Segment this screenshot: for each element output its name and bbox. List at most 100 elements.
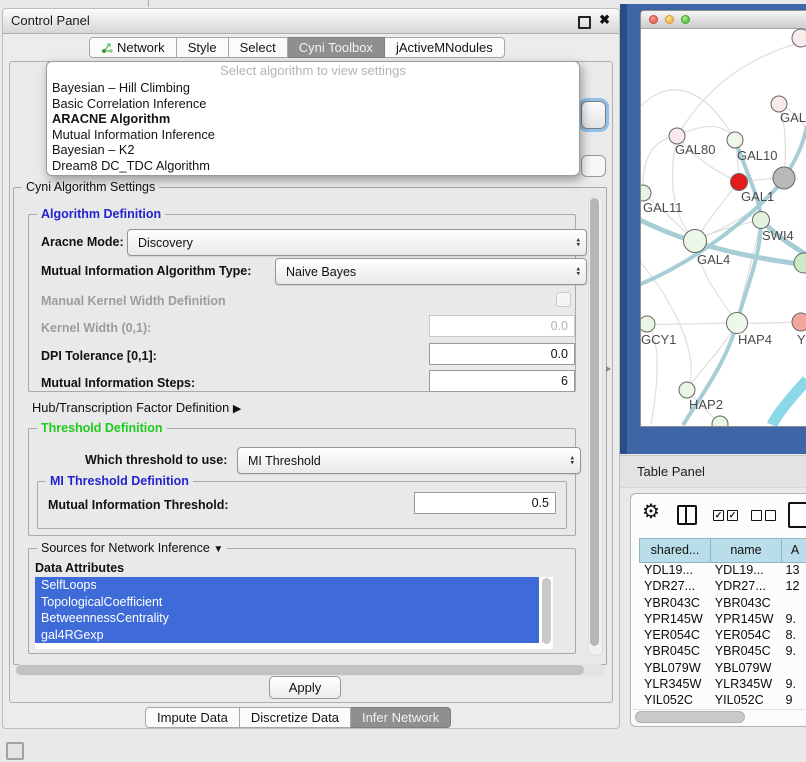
column-header[interactable]: name <box>711 539 782 562</box>
panel-grip-icon[interactable] <box>6 742 24 760</box>
node-swi4[interactable] <box>753 212 770 229</box>
tab-infer-network[interactable]: Infer Network <box>351 707 451 728</box>
mi-type-select[interactable]: Naive Bayes ▴▾ <box>275 258 587 285</box>
kernel-width-field[interactable] <box>429 315 575 337</box>
node-gal10[interactable] <box>727 132 743 148</box>
tab-jactivemnodules[interactable]: jActiveMNodules <box>385 37 505 58</box>
table-body: YDL19...YDL19...13 YDR27...YDR27...12 YB… <box>639 562 806 709</box>
sources-toggle[interactable]: Sources for Network Inference ▼ <box>37 541 227 557</box>
mi-threshold-group: MI Threshold Definition Mutual Informati… <box>37 481 567 529</box>
table-panel-window: ⚙ ✓ ✓ shared... name A YDL19...YDL19...1… <box>630 493 806 727</box>
dropdown-item[interactable]: Mutual Information Inference <box>47 127 579 143</box>
node-partial-bottom[interactable] <box>712 416 728 426</box>
network-graph[interactable]: GAL GAL80 GAL10 GAL1 GAL11 SWI4 GAL4 GCY… <box>641 28 806 426</box>
node-partial-right[interactable] <box>794 253 806 273</box>
tab-cyni-toolbox[interactable]: Cyni Toolbox <box>288 37 385 58</box>
float-window-icon[interactable] <box>578 16 591 29</box>
node-hap2[interactable] <box>679 382 695 398</box>
kernel-width-label: Kernel Width (0,1): <box>41 321 151 335</box>
table-row[interactable]: YBR045CYBR045C9. <box>639 643 806 659</box>
close-traffic-light[interactable] <box>649 15 658 24</box>
dpi-tolerance-field[interactable] <box>429 343 575 365</box>
node-gray[interactable] <box>773 167 795 189</box>
split-columns-icon[interactable] <box>677 505 697 525</box>
node-hap4[interactable] <box>727 313 748 334</box>
node-label: GAL4 <box>697 252 730 267</box>
collapse-down-icon: ▼ <box>213 544 223 555</box>
hidden-field-sliver <box>581 155 606 177</box>
desktop-edge-shade <box>620 4 627 454</box>
table-row[interactable]: YER054CYER054C8. <box>639 627 806 643</box>
scrollbar-thumb[interactable] <box>635 711 745 723</box>
window-divider-tick <box>148 0 149 7</box>
dropdown-item-selected[interactable]: ARACNE Algorithm <box>47 111 579 127</box>
mi-steps-field[interactable] <box>429 370 575 392</box>
dropdown-item[interactable]: Bayesian – K2 <box>47 142 579 158</box>
node-salmon[interactable] <box>792 313 806 331</box>
table-row[interactable]: YPR145WYPR145W9. <box>639 611 806 627</box>
mouse-cursor <box>606 366 611 372</box>
control-panel-title: Control Panel <box>11 13 90 28</box>
list-scrollbar-thumb[interactable] <box>542 578 551 644</box>
settings-gear-icon[interactable]: ⚙ <box>642 501 660 523</box>
node-gal1-selected[interactable] <box>731 174 748 191</box>
table-row[interactable]: YIL052CYIL052C9 <box>639 692 806 708</box>
node-partial-top[interactable] <box>792 29 806 47</box>
dropdown-item[interactable]: Dream8 DC_TDC Algorithm <box>47 158 579 174</box>
column-header[interactable]: A <box>782 539 806 562</box>
node-gal4[interactable] <box>684 230 707 253</box>
column-header[interactable]: shared... <box>640 539 711 562</box>
stepper-icon: ▴▾ <box>576 237 580 248</box>
tab-impute-data[interactable]: Impute Data <box>145 707 240 728</box>
settings-horizontal-scrollbar[interactable] <box>15 664 605 676</box>
node-gcy1[interactable] <box>641 316 655 332</box>
table-row[interactable]: YDR27...YDR27...12 <box>639 578 806 594</box>
deselect-check-icon[interactable] <box>751 510 762 521</box>
deselect-check-icon[interactable] <box>765 510 776 521</box>
mi-steps-label: Mutual Information Steps: <box>41 376 195 390</box>
mi-type-label: Mutual Information Algorithm Type: <box>41 264 251 278</box>
table-row[interactable]: YBL079WYBL079W <box>639 660 806 676</box>
node-label: GAL10 <box>737 148 777 163</box>
dropdown-item[interactable]: Bayesian – Hill Climbing <box>47 80 579 96</box>
close-icon[interactable]: ✖ <box>599 12 610 28</box>
manual-kernel-checkbox[interactable] <box>556 292 571 307</box>
data-attributes-list[interactable]: SelfLoops TopologicalCoefficient Between… <box>35 577 553 649</box>
dropdown-item[interactable]: Basic Correlation Inference <box>47 96 579 112</box>
settings-vertical-scrollbar[interactable] <box>588 196 603 656</box>
mi-threshold-field[interactable] <box>414 492 556 514</box>
apply-button[interactable]: Apply <box>269 676 341 699</box>
which-threshold-select[interactable]: MI Threshold ▴▾ <box>237 447 581 474</box>
mi-threshold-label: Mutual Information Threshold: <box>48 498 229 512</box>
hidden-button-sliver[interactable] <box>581 101 606 129</box>
aracne-mode-select[interactable]: Discovery ▴▾ <box>127 229 587 256</box>
zoom-traffic-light[interactable] <box>681 15 690 24</box>
select-all-check-icon[interactable]: ✓ <box>713 510 724 521</box>
hub-definition-toggle[interactable]: Hub/Transcription Factor Definition ▶ <box>32 400 241 415</box>
node-label: GAL11 <box>643 200 683 215</box>
tab-discretize-data[interactable]: Discretize Data <box>240 707 351 728</box>
tab-label: Select <box>240 38 276 57</box>
network-view-window[interactable]: GAL GAL80 GAL10 GAL1 GAL11 SWI4 GAL4 GCY… <box>640 10 806 427</box>
table-row[interactable]: YLR345WYLR345W9. <box>639 676 806 692</box>
select-all-check-icon[interactable]: ✓ <box>727 510 738 521</box>
table-row[interactable]: YDL19...YDL19...13 <box>639 562 806 578</box>
table-row[interactable]: YBR043CYBR043C <box>639 595 806 611</box>
control-panel-titlebar[interactable]: Control Panel ✖ <box>3 9 619 34</box>
which-threshold-label: Which threshold to use: <box>85 453 227 467</box>
attribute-item-selected[interactable]: TopologicalCoefficient <box>35 594 539 611</box>
tab-select[interactable]: Select <box>229 37 288 58</box>
minimize-traffic-light[interactable] <box>665 15 674 24</box>
scrollbar-thumb[interactable] <box>590 198 599 646</box>
table-horizontal-scrollbar[interactable] <box>633 709 805 723</box>
tab-network[interactable]: Network <box>89 37 177 58</box>
node-label: SWI4 <box>762 228 794 243</box>
tab-style[interactable]: Style <box>177 37 229 58</box>
network-window-titlebar[interactable] <box>641 11 806 29</box>
attribute-item-selected[interactable]: SelfLoops <box>35 577 539 594</box>
document-icon[interactable] <box>788 502 806 528</box>
attribute-item-selected[interactable]: BetweennessCentrality <box>35 610 539 627</box>
attribute-item-selected[interactable]: gal4RGexp <box>35 627 539 644</box>
mi-threshold-title: MI Threshold Definition <box>46 474 193 489</box>
scrollbar-thumb[interactable] <box>16 665 584 675</box>
